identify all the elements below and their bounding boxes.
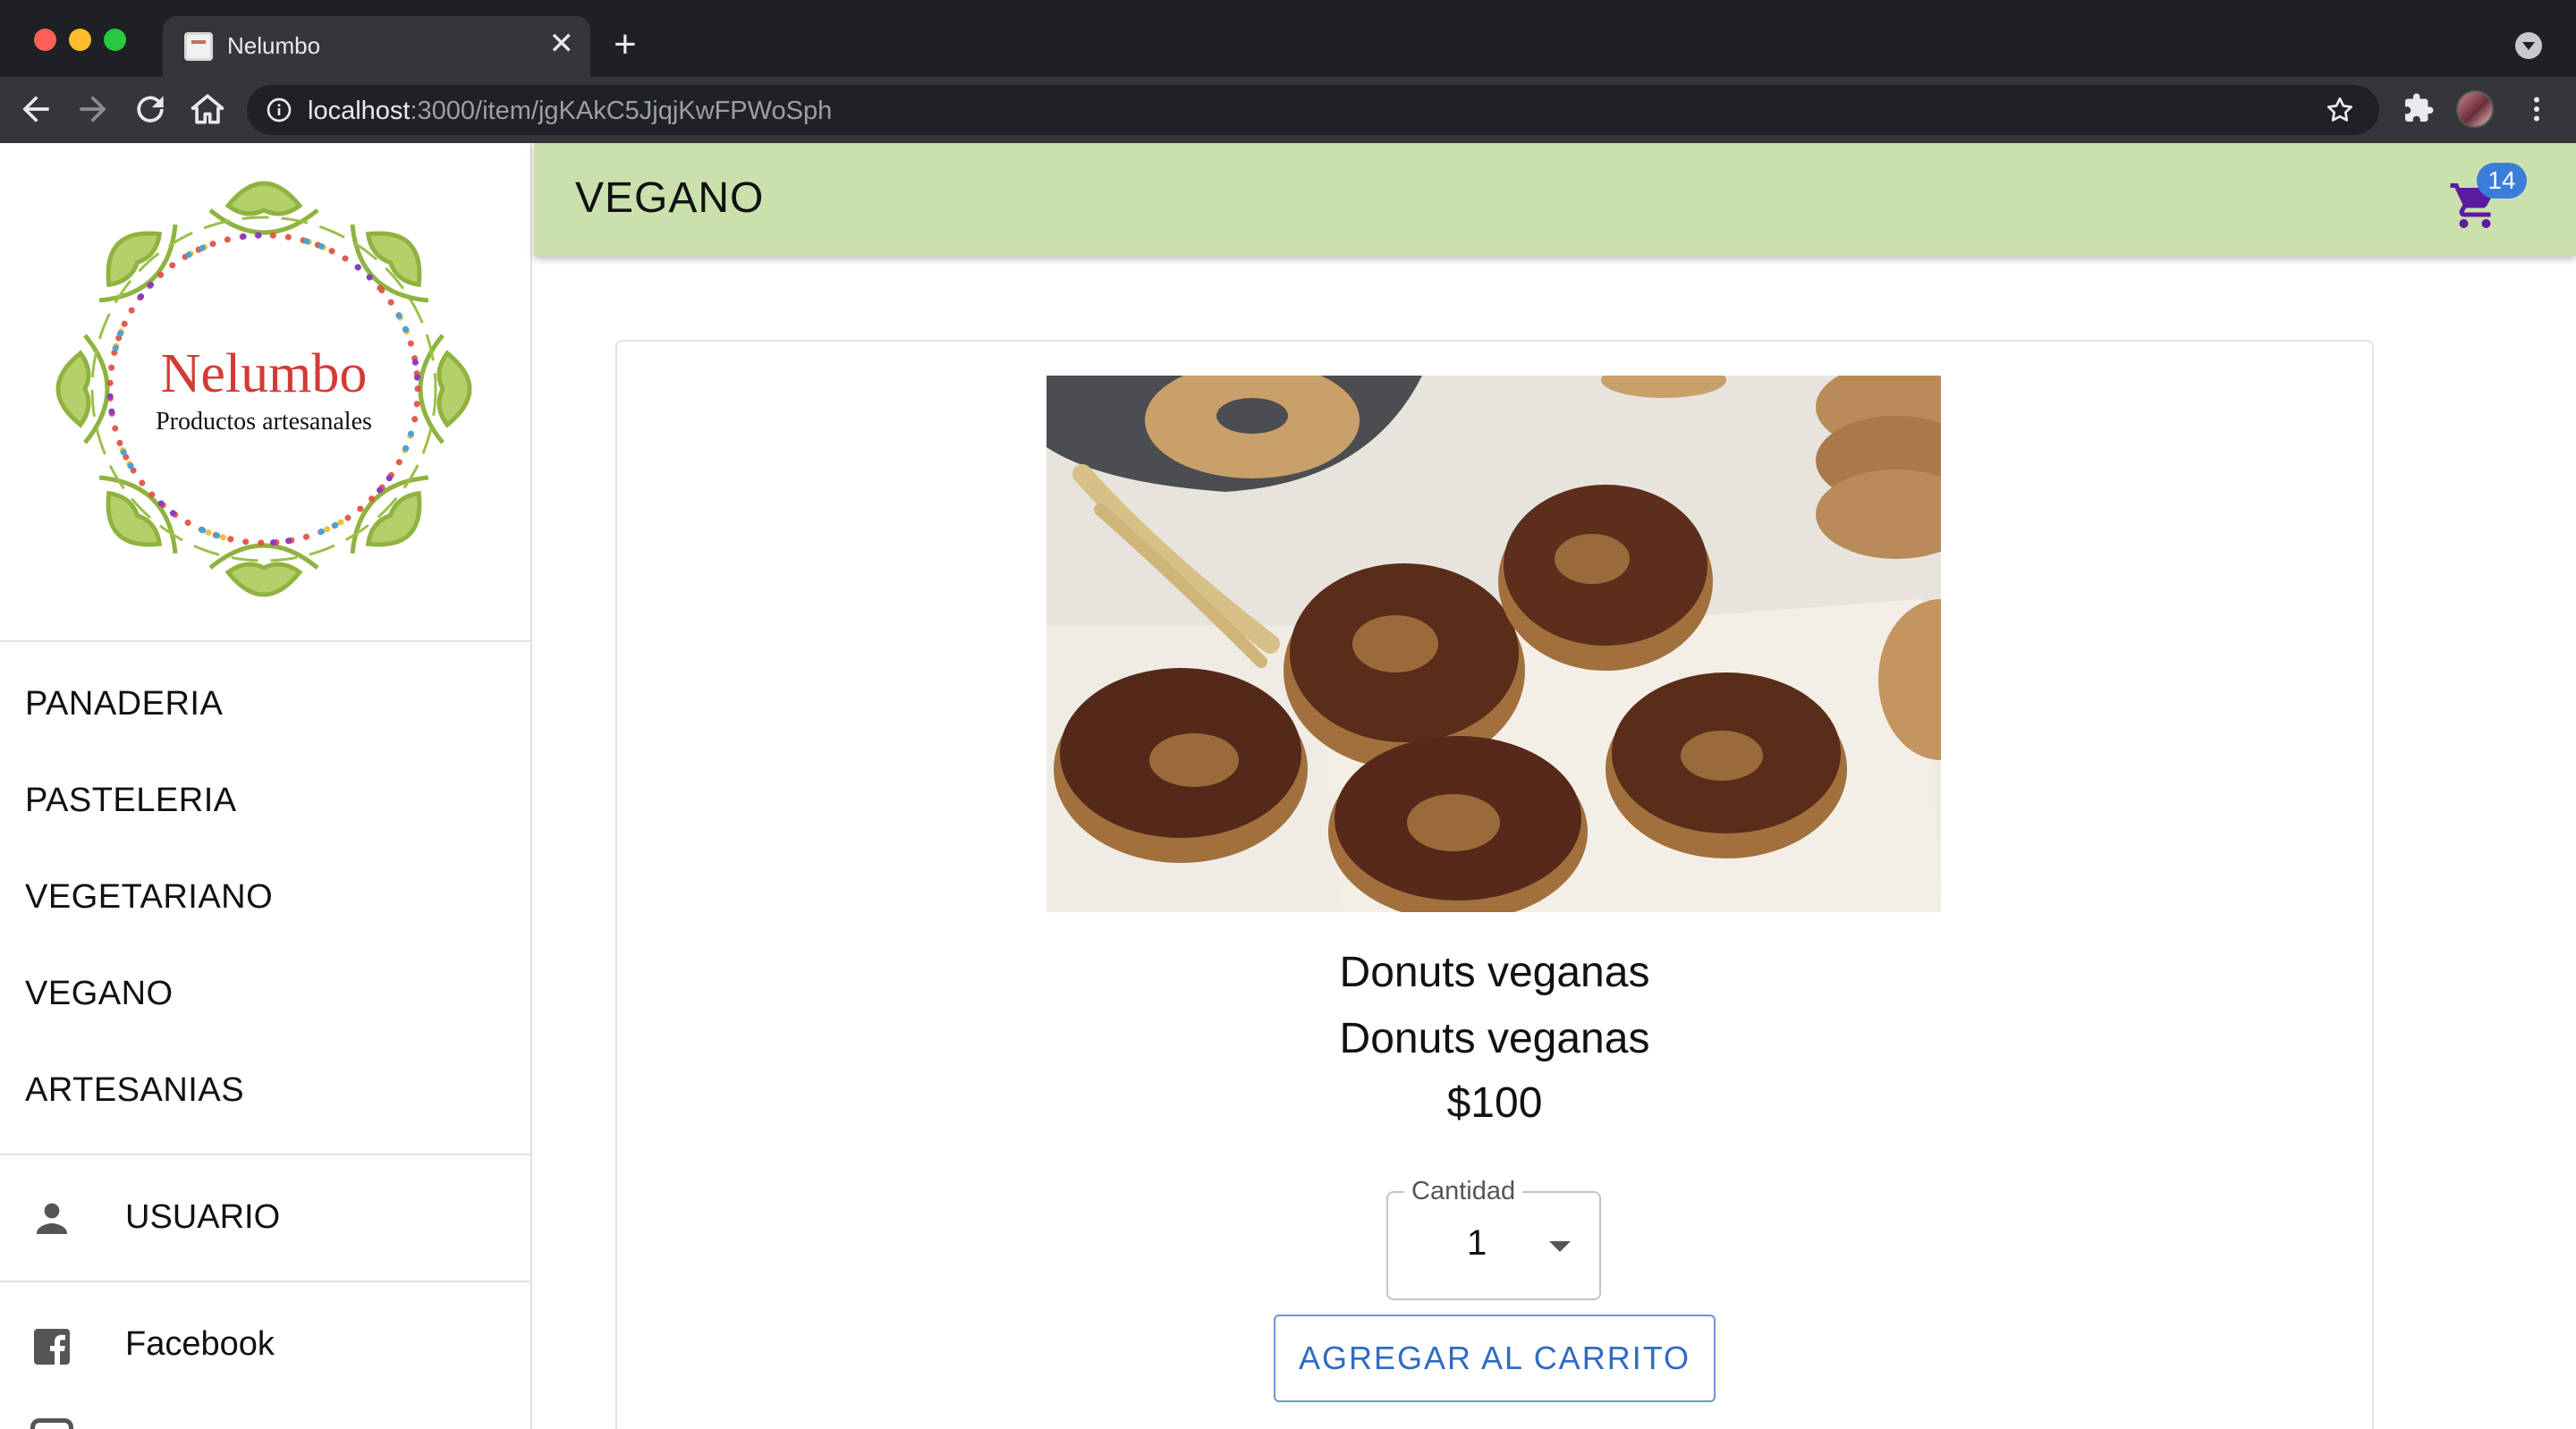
logo-tagline-text: Productos artesanales <box>156 408 372 435</box>
browser-toolbar: localhost:3000/item/jgKAkC5JjqjKwFPWoSph <box>0 77 2576 143</box>
sidebar-item-pasteleria[interactable]: PASTELERIA <box>25 782 237 820</box>
browser-chrome: Nelumbo ✕ + localhost:3000/item/jgKAkC5J… <box>0 0 2576 143</box>
product-name: Donuts veganas <box>1339 949 1650 996</box>
sidebar-item-facebook[interactable]: Facebook <box>125 1325 275 1364</box>
product-description: Donuts veganas <box>1339 1015 1650 1062</box>
facebook-icon <box>34 1329 70 1365</box>
site-info-icon[interactable] <box>265 96 293 124</box>
page-title: VEGANO <box>575 174 765 222</box>
browser-tab[interactable]: Nelumbo ✕ <box>163 16 590 77</box>
tab-title: Nelumbo <box>227 32 321 59</box>
tab-search-icon[interactable] <box>2515 32 2542 59</box>
tab-close-icon[interactable]: ✕ <box>549 29 575 59</box>
maximize-window-button[interactable] <box>104 29 126 51</box>
new-tab-button[interactable]: + <box>614 25 637 64</box>
profile-avatar[interactable] <box>2456 90 2494 128</box>
cart-count-badge: 14 <box>2477 163 2527 199</box>
product-price: $100 <box>1446 1079 1543 1127</box>
sidebar-divider <box>0 1154 530 1155</box>
add-to-cart-button[interactable]: AGREGAR AL CARRITO <box>1274 1315 1716 1402</box>
sidebar-divider <box>0 1281 530 1282</box>
sidebar: Nelumbo Productos artesanales PANADERIA … <box>0 143 532 1429</box>
extensions-icon[interactable] <box>2402 92 2435 124</box>
forward-icon[interactable] <box>73 89 113 129</box>
bookmark-star-icon[interactable] <box>2324 94 2356 126</box>
tab-strip: Nelumbo ✕ + <box>0 0 2576 77</box>
product-image <box>1046 376 1941 912</box>
instagram-icon <box>30 1418 73 1429</box>
dropdown-arrow-icon[interactable] <box>1549 1241 1571 1252</box>
url-text[interactable]: localhost:3000/item/jgKAkC5JjqjKwFPWoSph <box>308 97 832 126</box>
close-window-button[interactable] <box>34 29 56 51</box>
favicon-icon <box>184 32 213 61</box>
donuts-photo <box>1046 376 1941 912</box>
sidebar-divider <box>0 640 530 642</box>
nelumbo-logo[interactable]: Nelumbo Productos artesanales <box>36 161 492 617</box>
sidebar-item-panaderia[interactable]: PANADERIA <box>25 685 223 723</box>
app-bar: VEGANO 14 <box>534 143 2576 256</box>
logo-brand-text: Nelumbo <box>161 343 368 404</box>
sidebar-item-vegano[interactable]: VEGANO <box>25 975 174 1013</box>
quantity-label: Cantidad <box>1404 1177 1523 1206</box>
quantity-value[interactable]: 1 <box>1467 1223 1487 1264</box>
person-icon <box>37 1203 67 1234</box>
reload-icon[interactable] <box>131 89 170 129</box>
browser-menu-icon[interactable] <box>2521 91 2553 127</box>
sidebar-item-usuario[interactable]: USUARIO <box>125 1198 280 1237</box>
sidebar-item-vegetariano[interactable]: VEGETARIANO <box>25 878 273 917</box>
address-bar[interactable]: localhost:3000/item/jgKAkC5JjqjKwFPWoSph <box>247 85 2379 135</box>
home-icon[interactable] <box>188 89 227 129</box>
back-icon[interactable] <box>16 89 55 129</box>
minimize-window-button[interactable] <box>69 29 91 51</box>
sidebar-item-artesanias[interactable]: ARTESANIAS <box>25 1071 244 1110</box>
